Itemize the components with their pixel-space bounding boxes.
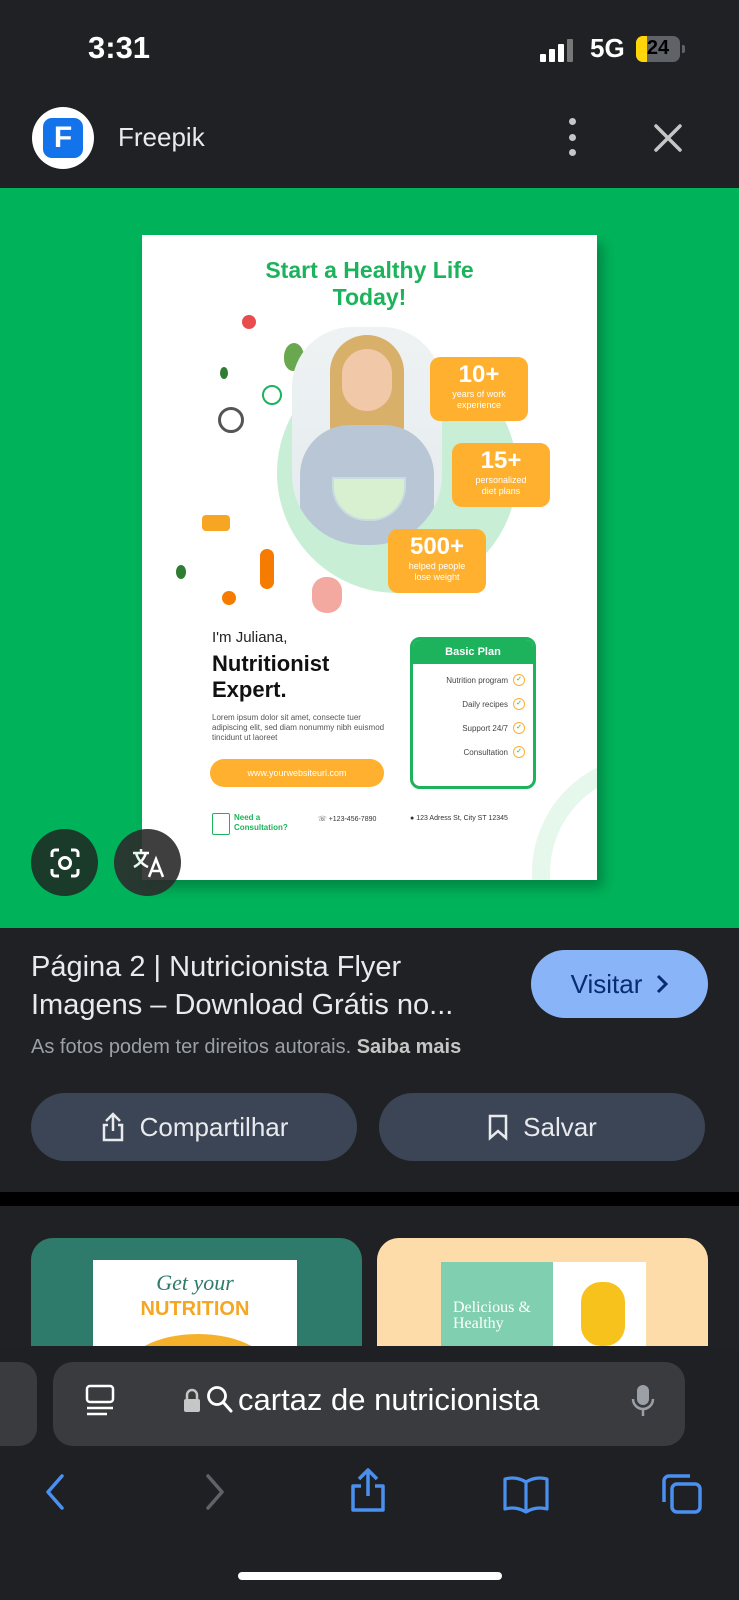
plan-item: Daily recipes ✓ xyxy=(413,692,533,716)
lens-button[interactable] xyxy=(31,829,98,896)
chevron-right-icon xyxy=(657,974,669,994)
nutritionist-photo xyxy=(292,327,442,545)
plan-card: Basic Plan Nutrition program ✓ Daily reci… xyxy=(410,637,536,789)
chevron-left-icon xyxy=(46,1474,64,1510)
chevron-right-icon xyxy=(206,1474,224,1510)
visit-button[interactable]: Visitar xyxy=(531,950,708,1018)
stat-text: personalized diet plans xyxy=(475,475,527,496)
translate-button[interactable] xyxy=(114,829,181,896)
stat-number: 15+ xyxy=(480,447,522,474)
freepik-logo[interactable]: F xyxy=(32,107,94,169)
stat-badge: 15+ personalized diet plans xyxy=(452,443,550,507)
save-label: Salvar xyxy=(523,1111,597,1142)
flyer-phone: ☏ +123-456-7890 xyxy=(318,816,377,823)
thumb-text: NUTRITION xyxy=(140,1298,250,1320)
page-menu-icon[interactable] xyxy=(85,1384,115,1421)
source-title[interactable]: Freepik xyxy=(118,122,205,153)
stat-number: 500+ xyxy=(409,533,465,560)
stat-badge: 500+ helped people lose weight xyxy=(388,529,486,593)
plan-item: Support 24/7 ✓ xyxy=(413,716,533,740)
preview-image[interactable]: Start a Healthy Life Today! 10+ years of… xyxy=(0,188,739,928)
close-button[interactable] xyxy=(648,118,688,158)
stat-badge: 10+ years of work experience xyxy=(430,357,528,421)
bookmark-icon xyxy=(488,1114,508,1141)
flyer-website: www.yourwebsiteurl.com xyxy=(210,759,384,787)
flyer-role: Nutritionist Expert. xyxy=(212,651,330,702)
network-label: 5G xyxy=(590,33,625,63)
thumb-text: Delicious & Healthy xyxy=(441,1262,553,1348)
thumb-text: Get your xyxy=(156,1270,234,1295)
search-icon xyxy=(206,1384,234,1419)
flyer-description: Lorem ipsum dolor sit amet, consecte tue… xyxy=(212,713,385,742)
clipboard-icon xyxy=(212,813,230,835)
related-image-2[interactable]: Delicious & Healthy xyxy=(377,1238,708,1348)
close-icon xyxy=(654,124,682,152)
plan-title: Basic Plan xyxy=(413,640,533,664)
visit-label: Visitar xyxy=(570,968,643,999)
stat-number: 10+ xyxy=(458,361,500,388)
back-button[interactable] xyxy=(40,1472,72,1517)
tabs-button[interactable] xyxy=(660,1472,704,1521)
signal-icon xyxy=(540,38,580,62)
flyer-address: ● 123 Adress St, City ST 12345 xyxy=(410,815,508,822)
check-icon: ✓ xyxy=(513,698,525,710)
lens-icon xyxy=(50,848,79,877)
stat-text: helped people lose weight xyxy=(408,561,466,582)
share-page-button[interactable] xyxy=(348,1466,388,1519)
stat-text: years of work experience xyxy=(452,389,506,410)
share-icon xyxy=(351,1468,385,1512)
check-icon: ✓ xyxy=(513,746,525,758)
microphone-icon[interactable] xyxy=(630,1383,656,1424)
check-icon: ✓ xyxy=(513,674,525,686)
more-options-icon[interactable] xyxy=(565,118,579,156)
previous-tab-preview[interactable] xyxy=(0,1362,37,1446)
home-indicator[interactable] xyxy=(238,1572,502,1580)
section-divider xyxy=(0,1192,739,1206)
share-label: Compartilhar xyxy=(139,1111,289,1142)
lock-icon xyxy=(182,1388,202,1419)
result-title[interactable]: Página 2 | Nutricionista Flyer Imagens –… xyxy=(31,948,501,1024)
freepik-logo-letter: F xyxy=(43,118,83,158)
battery-icon: 24 xyxy=(636,36,685,62)
flyer-greeting: I'm Juliana, xyxy=(212,629,288,646)
book-icon xyxy=(503,1476,549,1514)
plan-item: Consultation ✓ xyxy=(413,740,533,764)
related-image-1[interactable]: Get your NUTRITION xyxy=(31,1238,362,1348)
flyer-image: Start a Healthy Life Today! 10+ years of… xyxy=(142,235,597,880)
battery-level: 24 xyxy=(646,37,670,59)
address-bar-text[interactable]: cartaz de nutricionista xyxy=(238,1382,540,1418)
learn-more-link[interactable]: Saiba mais xyxy=(357,1036,462,1058)
status-time: 3:31 xyxy=(88,30,151,65)
flyer-headline: Start a Healthy Life Today! xyxy=(265,257,474,310)
tabs-icon xyxy=(662,1474,702,1514)
share-icon xyxy=(102,1112,123,1142)
translate-icon xyxy=(132,848,164,877)
forward-button[interactable] xyxy=(198,1472,230,1517)
save-button[interactable]: Salvar xyxy=(379,1093,705,1161)
bookmarks-button[interactable] xyxy=(502,1474,550,1519)
flyer-consult: Need a Consultation? xyxy=(234,813,288,832)
copyright-notice: As fotos podem ter direitos autorais. Sa… xyxy=(31,1036,462,1058)
share-button[interactable]: Compartilhar xyxy=(31,1093,357,1161)
plan-item: Nutrition program ✓ xyxy=(413,668,533,692)
check-icon: ✓ xyxy=(513,722,525,734)
